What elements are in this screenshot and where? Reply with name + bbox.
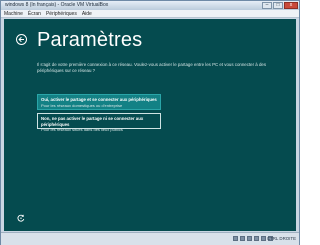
shared-folder-icon[interactable] (261, 236, 266, 241)
menu-machine[interactable]: Machine (4, 10, 23, 17)
title-bar[interactable]: windows 8 (In français) - Oracle VM Virt… (1, 1, 299, 10)
minimize-button[interactable]: – (262, 2, 272, 9)
guest-screen: Paramètres Il s'agit de votre première c… (4, 19, 296, 231)
status-bar: CTRL DROITE (1, 232, 299, 245)
hard-disk-icon[interactable] (233, 236, 238, 241)
virtualbox-window: windows 8 (In français) - Oracle VM Virt… (0, 0, 300, 245)
network-prompt: Il s'agit de votre première connexion à … (37, 62, 267, 73)
window-controls: – □ x (262, 2, 298, 9)
option-subtitle: Pour les réseaux situés dans des lieux p… (41, 127, 123, 132)
option-subtitle: Pour les réseaux domestiques ou d'entrep… (41, 102, 123, 108)
network-icon[interactable] (254, 236, 259, 241)
menu-ecran[interactable]: Écran (28, 10, 41, 17)
usb-icon[interactable] (247, 236, 252, 241)
close-button[interactable]: x (284, 2, 298, 9)
host-key-label: CTRL DROITE (266, 236, 296, 241)
menu-bar: Machine Écran Périphériques Aide (1, 10, 299, 18)
back-arrow-icon (18, 36, 24, 43)
option-title: Oui, activer le partage et se connecter … (41, 97, 157, 102)
option-disable-sharing[interactable]: Non, ne pas activer le partage ni se con… (37, 113, 161, 132)
menu-peripheriques[interactable]: Périphériques (46, 10, 77, 17)
menu-aide[interactable]: Aide (82, 10, 92, 17)
maximize-button[interactable]: □ (273, 2, 283, 9)
optical-drive-icon[interactable] (240, 236, 245, 241)
page-title: Paramètres (37, 29, 143, 51)
option-enable-sharing[interactable]: Oui, activer le partage et se connecter … (37, 94, 161, 110)
option-title: Non, ne pas activer le partage ni se con… (41, 116, 144, 127)
ease-of-access-icon[interactable] (17, 214, 25, 222)
window-title: windows 8 (In français) - Oracle VM Virt… (5, 2, 109, 8)
back-button[interactable] (16, 34, 27, 45)
